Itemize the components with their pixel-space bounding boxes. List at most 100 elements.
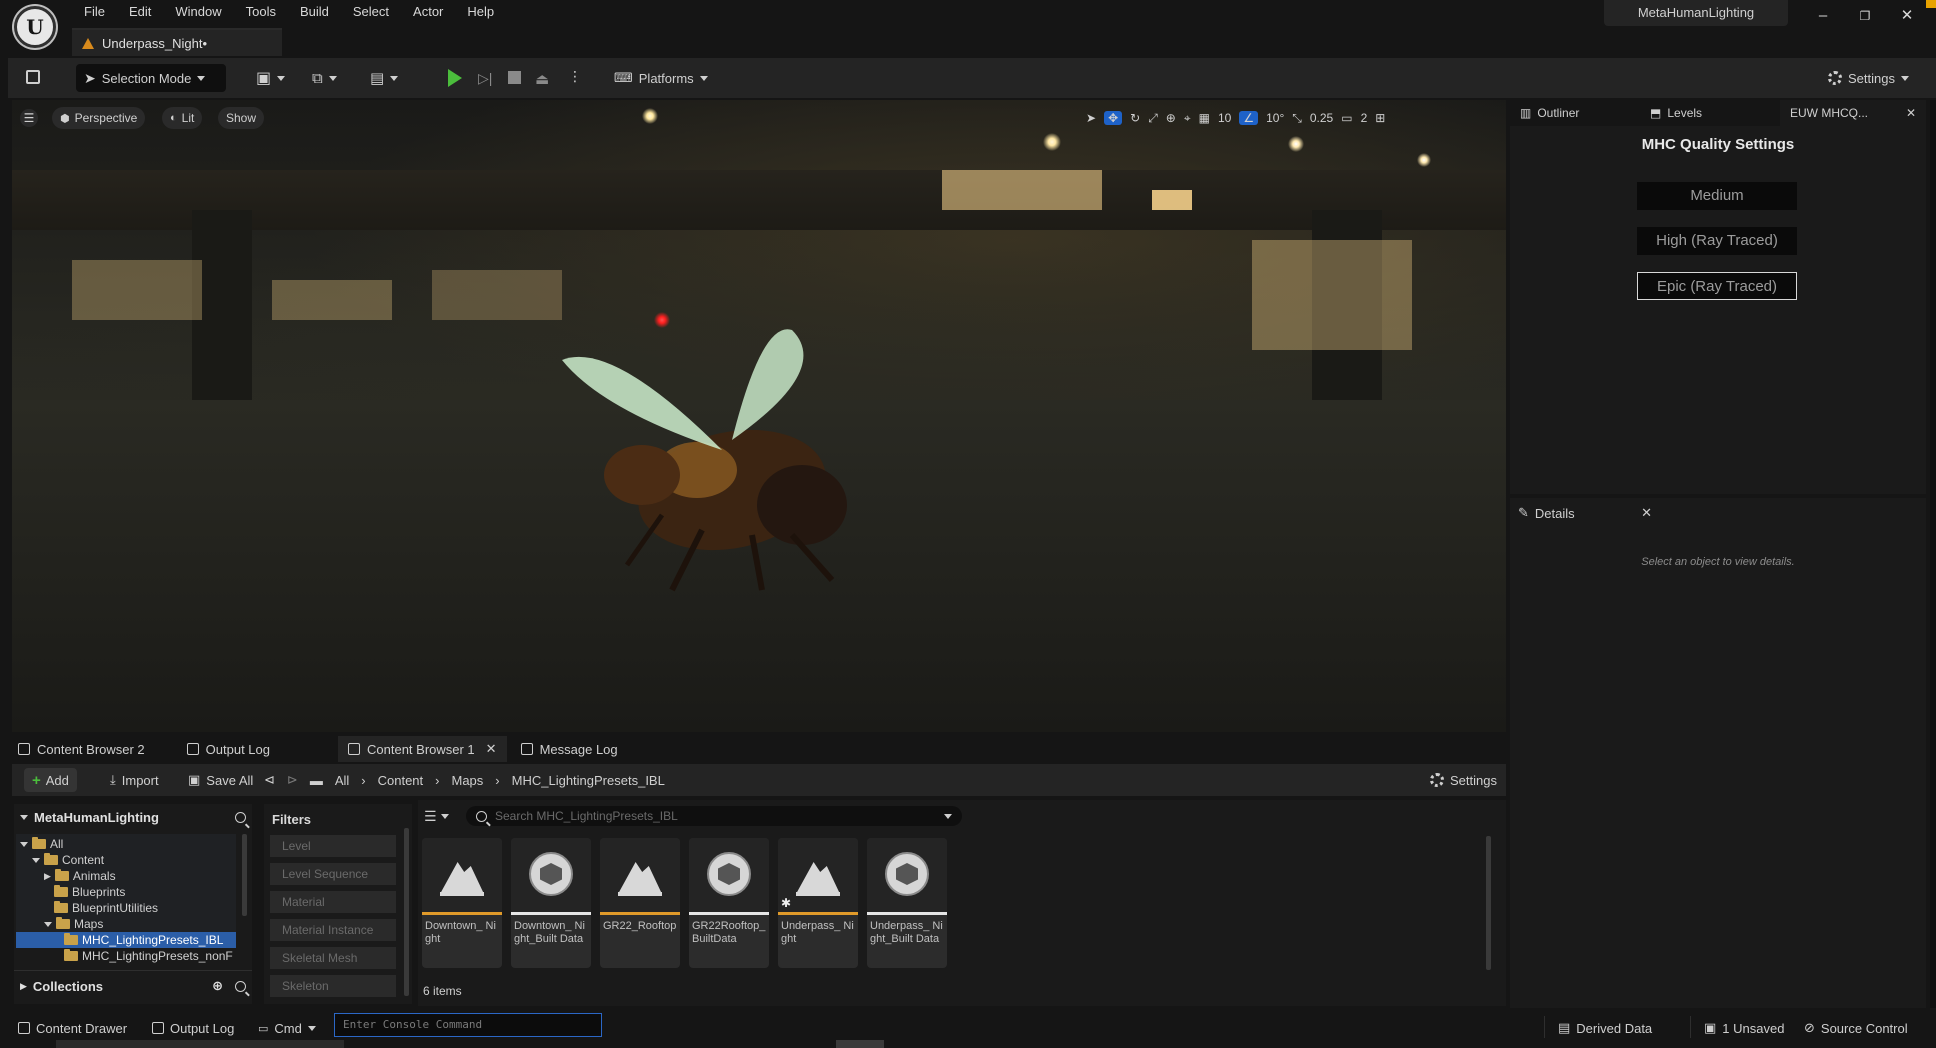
menu-build[interactable]: Build: [288, 2, 341, 22]
advance-frame-icon[interactable]: ▷|: [478, 70, 492, 87]
tab-content-browser-1[interactable]: Content Browser 1 ✕: [338, 736, 507, 762]
scale-snap-value[interactable]: 0.25: [1310, 111, 1333, 125]
scale-snap-icon[interactable]: ⤡: [1292, 111, 1302, 126]
import-button[interactable]: ⤓ Import: [102, 768, 167, 792]
search-input[interactable]: Search MHC_LightingPresets_IBL: [466, 806, 962, 826]
asset-tile[interactable]: Downtown_ Night: [422, 838, 502, 968]
hamburger-icon[interactable]: ☰: [20, 109, 38, 127]
forward-icon[interactable]: ⊳: [287, 772, 298, 788]
rotation-snap-value[interactable]: 10°: [1266, 111, 1284, 125]
filters-scrollbar[interactable]: [404, 828, 409, 996]
quality-medium-button[interactable]: Medium: [1637, 182, 1797, 210]
tree-item-content[interactable]: Content: [32, 852, 104, 868]
add-actor-button[interactable]: ▣: [248, 64, 293, 92]
derived-data-button[interactable]: ▤ Derived Data: [1558, 1016, 1652, 1040]
breadcrumb-all[interactable]: All: [335, 773, 349, 788]
panel-scrollbar[interactable]: [1930, 100, 1936, 1008]
filter-skeleton[interactable]: Skeleton: [270, 975, 396, 997]
save-icon[interactable]: [26, 70, 40, 84]
cb-settings-button[interactable]: Settings: [1422, 768, 1505, 792]
console-input[interactable]: Enter Console Command: [334, 1013, 602, 1037]
menu-tools[interactable]: Tools: [234, 2, 288, 22]
minimize-button[interactable]: –: [1806, 4, 1840, 28]
layout-icon[interactable]: ⊞: [1375, 111, 1385, 125]
tree-item-blueprints[interactable]: Blueprints: [54, 884, 125, 900]
perspective-button[interactable]: ⬢ Perspective: [52, 107, 146, 129]
lit-button[interactable]: ◐ Lit: [162, 107, 203, 129]
tab-message-log[interactable]: Message Log: [511, 736, 628, 762]
quality-high-button[interactable]: High (Ray Traced): [1637, 227, 1797, 255]
camera-speed-value[interactable]: 2: [1361, 111, 1368, 125]
back-icon[interactable]: ⊲: [264, 772, 275, 788]
tree-header[interactable]: MetaHumanLighting: [20, 810, 246, 825]
asset-tile[interactable]: Underpass_ Night_Built Data: [867, 838, 947, 968]
asset-tile[interactable]: GR22_Rooftop: [600, 838, 680, 968]
close-icon[interactable]: ✕: [1641, 505, 1652, 521]
unreal-logo-icon[interactable]: U: [14, 6, 56, 48]
assets-scrollbar[interactable]: [1486, 836, 1491, 970]
breadcrumb-maps[interactable]: Maps: [452, 773, 484, 788]
asset-tile[interactable]: Downtown_ Night_Built Data: [511, 838, 591, 968]
menu-actor[interactable]: Actor: [401, 2, 455, 22]
tree-item-animals[interactable]: ▶ Animals: [44, 868, 116, 884]
breadcrumb-current[interactable]: MHC_LightingPresets_IBL: [512, 773, 665, 788]
play-icon[interactable]: [448, 69, 462, 87]
filter-level-sequence[interactable]: Level Sequence: [270, 863, 396, 885]
tab-details[interactable]: ✎ Details ✕: [1510, 500, 1660, 526]
tree-item-selected[interactable]: MHC_LightingPresets_IBL: [16, 932, 236, 948]
unsaved-button[interactable]: ▣ 1 Unsaved: [1704, 1016, 1784, 1040]
cinematics-button[interactable]: ▤: [362, 64, 406, 92]
rotate-icon[interactable]: ↻: [1130, 111, 1140, 125]
tree-item-all[interactable]: All: [20, 836, 63, 852]
grid-snap-value[interactable]: 10: [1218, 111, 1231, 125]
quality-epic-button[interactable]: Epic (Ray Traced): [1637, 272, 1797, 300]
search-icon[interactable]: [235, 812, 246, 823]
collections-header[interactable]: ▶ Collections ⊕: [20, 978, 246, 994]
maximize-button[interactable]: ❐: [1848, 4, 1882, 28]
select-icon[interactable]: ➤: [1086, 111, 1096, 125]
breadcrumb-content[interactable]: Content: [378, 773, 424, 788]
filter-skeletal-mesh[interactable]: Skeletal Mesh: [270, 947, 396, 969]
search-icon[interactable]: [235, 980, 246, 992]
tree-item-maps[interactable]: Maps: [44, 916, 103, 932]
selection-mode-dropdown[interactable]: ➤ Selection Mode: [76, 64, 226, 92]
asset-tile[interactable]: ✱ Underpass_ Night: [778, 838, 858, 968]
menu-select[interactable]: Select: [341, 2, 401, 22]
save-all-button[interactable]: ▣ Save All: [180, 768, 261, 792]
blueprint-button[interactable]: ⧉: [304, 64, 345, 92]
tab-outliner[interactable]: ▥ Outliner: [1510, 100, 1640, 126]
tree-scrollbar[interactable]: [242, 834, 247, 916]
filter-material[interactable]: Material: [270, 891, 396, 913]
menu-help[interactable]: Help: [455, 2, 506, 22]
surface-snap-icon[interactable]: ⌖: [1184, 111, 1191, 126]
tab-output-log[interactable]: Output Log: [177, 736, 280, 762]
grid-snap-icon[interactable]: ▦: [1199, 111, 1210, 125]
tree-item-blueprintutilities[interactable]: BlueprintUtilities: [54, 900, 158, 916]
eject-icon[interactable]: ⏏: [535, 70, 549, 88]
add-collection-icon[interactable]: ⊕: [212, 978, 223, 994]
tab-euw-mhcq[interactable]: EUW MHCQ... ✕: [1780, 100, 1926, 126]
chevron-down-icon[interactable]: [944, 813, 952, 819]
settings-dropdown[interactable]: Settings: [1820, 64, 1917, 92]
filter-material-instance[interactable]: Material Instance: [270, 919, 396, 941]
menu-file[interactable]: File: [72, 2, 117, 22]
menu-edit[interactable]: Edit: [117, 2, 163, 22]
level-viewport[interactable]: ☰ ⬢ Perspective ◐ Lit Show ➤ ✥ ↻ ⤢ ⊕ ⌖ ▦…: [12, 100, 1506, 732]
close-window-button[interactable]: ✕: [1890, 4, 1924, 28]
tab-levels[interactable]: ⬒ Levels: [1640, 100, 1780, 126]
camera-speed-icon[interactable]: ▭: [1341, 111, 1352, 125]
source-control-button[interactable]: ⊘ Source Control: [1804, 1016, 1908, 1040]
show-button[interactable]: Show: [218, 107, 265, 129]
content-drawer-button[interactable]: Content Drawer: [18, 1016, 127, 1040]
filter-dropdown[interactable]: ☰: [424, 806, 449, 826]
close-icon[interactable]: ✕: [1906, 106, 1916, 120]
add-button[interactable]: + Add: [24, 768, 77, 792]
close-icon[interactable]: ✕: [486, 741, 497, 757]
menu-window[interactable]: Window: [163, 2, 233, 22]
rotation-snap-icon[interactable]: ∠: [1239, 111, 1259, 125]
tab-content-browser-2[interactable]: Content Browser 2: [8, 736, 155, 762]
scale-icon[interactable]: ⤢: [1148, 111, 1158, 126]
cmd-dropdown[interactable]: ▭ Cmd: [258, 1016, 316, 1040]
output-log-button[interactable]: Output Log: [152, 1016, 234, 1040]
asset-tile[interactable]: GR22Rooftop_ BuiltData: [689, 838, 769, 968]
